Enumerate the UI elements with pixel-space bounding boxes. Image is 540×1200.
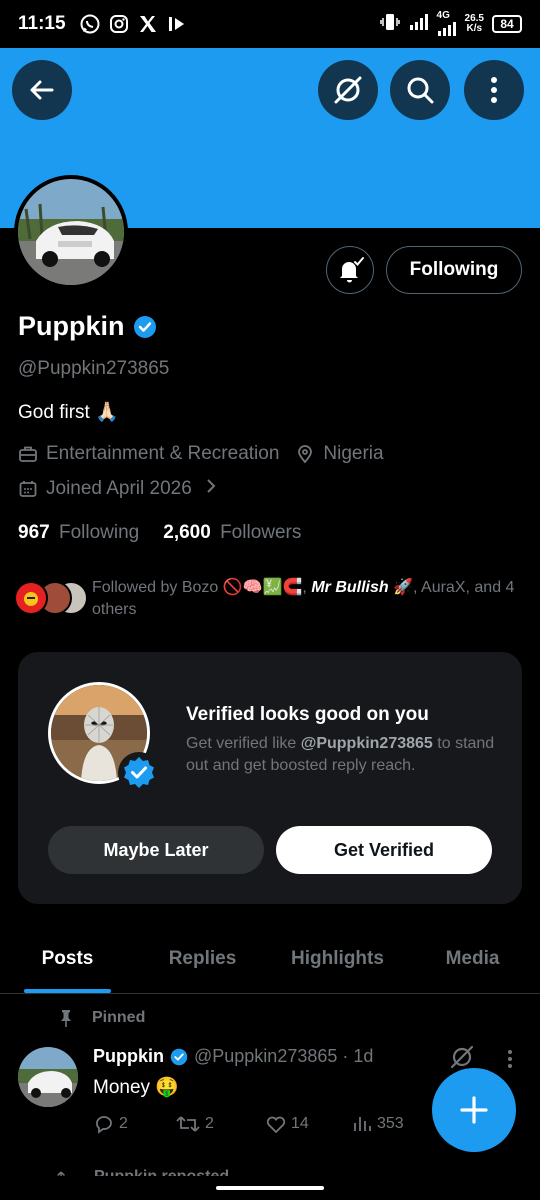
instagram-icon <box>108 13 130 35</box>
car-photo <box>18 179 124 285</box>
whatsapp-icon <box>79 13 101 35</box>
followed-by-text: Followed by Bozo 🚫🧠💹🧲, Mr Bullish 🚀, Aur… <box>92 577 524 621</box>
followed-by-prefix: Followed by Bozo 🚫🧠💹🧲, <box>92 579 312 596</box>
views-action[interactable]: 353 <box>351 1113 404 1135</box>
tab-highlights[interactable]: Highlights <box>270 930 405 993</box>
pinned-label: Pinned <box>92 1009 146 1026</box>
like-count: 14 <box>291 1115 309 1132</box>
joined-row[interactable]: Joined April 2026 <box>18 478 216 500</box>
views-count: 353 <box>377 1115 404 1132</box>
more-options-button[interactable] <box>464 60 524 120</box>
views-icon <box>354 1117 371 1131</box>
pinned-label-row: Pinned <box>56 1008 145 1028</box>
follower-avatar <box>14 581 48 615</box>
tab-replies[interactable]: Replies <box>135 930 270 993</box>
home-indicator[interactable] <box>216 1186 324 1190</box>
more-vertical-icon <box>508 1050 512 1068</box>
battery-indicator: 84 <box>492 15 522 33</box>
net-speed: 26.5 K/s <box>465 14 484 34</box>
notifications-bell-button[interactable] <box>326 246 374 294</box>
arrow-left-icon <box>30 80 54 100</box>
profile-handle: @Puppkin273865 <box>18 358 170 379</box>
post-text: Money 🤑 <box>93 1077 179 1098</box>
network-type-label: 4G <box>436 10 450 21</box>
verified-badge-icon <box>124 757 154 788</box>
display-name: Puppkin <box>18 311 157 342</box>
grok-button[interactable] <box>318 60 378 120</box>
verified-badge-icon <box>133 315 156 338</box>
get-verified-button[interactable]: Get Verified <box>276 826 492 874</box>
vibrate-icon <box>379 11 401 38</box>
repost-icon <box>176 1116 200 1132</box>
grok-icon <box>334 76 362 104</box>
reply-icon <box>96 1116 112 1134</box>
followers-stat[interactable]: 2,600 Followers <box>163 522 301 544</box>
following-stat[interactable]: 967 Following <box>18 522 139 544</box>
tab-media[interactable]: Media <box>405 930 540 993</box>
profile-tabs: Posts Replies Highlights Media <box>0 930 540 994</box>
post-header: Puppkin @Puppkin273865 · 1d <box>93 1046 373 1067</box>
follow-stats: 967 Following 2,600 Followers <box>18 522 301 544</box>
followers-stat-label: Followers <box>220 522 302 543</box>
verify-card-description: Get verified like @Puppkin273865 to stan… <box>186 733 496 777</box>
location-pin-icon <box>295 444 315 464</box>
profile-bio: God first 🙏🏻 <box>18 402 119 423</box>
more-vertical-icon <box>491 77 497 103</box>
app-notification-icon <box>166 13 188 35</box>
x-logo-icon <box>137 13 159 35</box>
search-button[interactable] <box>390 60 450 120</box>
profile-meta-row: Entertainment & Recreation Nigeria <box>18 443 384 465</box>
followed-by-name: Mr Bullish <box>311 579 389 596</box>
status-time: 11:15 <box>18 13 66 34</box>
reply-action[interactable]: 2 <box>93 1113 175 1135</box>
post-actions: 2 2 14 353 <box>93 1113 404 1135</box>
network-type-indicator: 4G <box>437 11 457 37</box>
chevron-right-icon <box>206 478 216 500</box>
followed-by-row[interactable]: Followed by Bozo 🚫🧠💹🧲, Mr Bullish 🚀, Aur… <box>14 577 524 621</box>
profile-avatar[interactable] <box>14 175 128 289</box>
pin-icon <box>61 1010 71 1027</box>
post-author-avatar[interactable] <box>18 1047 78 1107</box>
profile-location: Nigeria <box>323 443 384 464</box>
followers-count: 2,600 <box>163 522 211 543</box>
search-icon <box>407 77 434 104</box>
like-action[interactable]: 14 <box>265 1113 351 1135</box>
repost-action[interactable]: 2 <box>175 1113 265 1135</box>
verified-badge-large <box>118 752 160 794</box>
calendar-icon <box>18 479 38 499</box>
net-speed-unit: K/s <box>466 23 483 34</box>
tab-posts[interactable]: Posts <box>0 930 135 993</box>
briefcase-icon <box>18 444 38 464</box>
plus-icon <box>460 1096 488 1124</box>
reply-count: 2 <box>119 1115 128 1132</box>
maybe-later-button[interactable]: Maybe Later <box>48 826 264 874</box>
verified-badge-icon <box>170 1048 188 1065</box>
verify-card-handle: @Puppkin273865 <box>300 735 433 752</box>
followed-by-avatars <box>14 577 88 617</box>
compose-post-button[interactable] <box>432 1068 516 1152</box>
profile-name: Puppkin <box>18 311 125 341</box>
post-handle-time: @Puppkin273865 · 1d <box>194 1046 374 1066</box>
post-more-button[interactable] <box>500 1048 520 1075</box>
status-bar: 11:15 4G 26.5 K/s 84 <box>0 0 540 48</box>
verify-card-desc-prefix: Get verified like <box>186 735 301 752</box>
signal-icon <box>409 13 429 36</box>
following-stat-label: Following <box>58 522 140 543</box>
post-author-name[interactable]: Puppkin <box>93 1046 164 1067</box>
profile-joined: Joined April 2026 <box>46 478 192 499</box>
following-count: 967 <box>18 522 50 543</box>
verify-card-title: Verified looks good on you <box>186 704 429 725</box>
grok-icon <box>450 1045 474 1069</box>
profile-category[interactable]: Entertainment & Recreation <box>46 443 279 465</box>
get-verified-card: Verified looks good on you Get verified … <box>18 652 522 904</box>
bell-check-icon <box>340 257 364 283</box>
repost-count: 2 <box>205 1115 214 1132</box>
following-button[interactable]: Following <box>386 246 522 294</box>
back-button[interactable] <box>12 60 72 120</box>
heart-icon <box>266 1116 286 1134</box>
